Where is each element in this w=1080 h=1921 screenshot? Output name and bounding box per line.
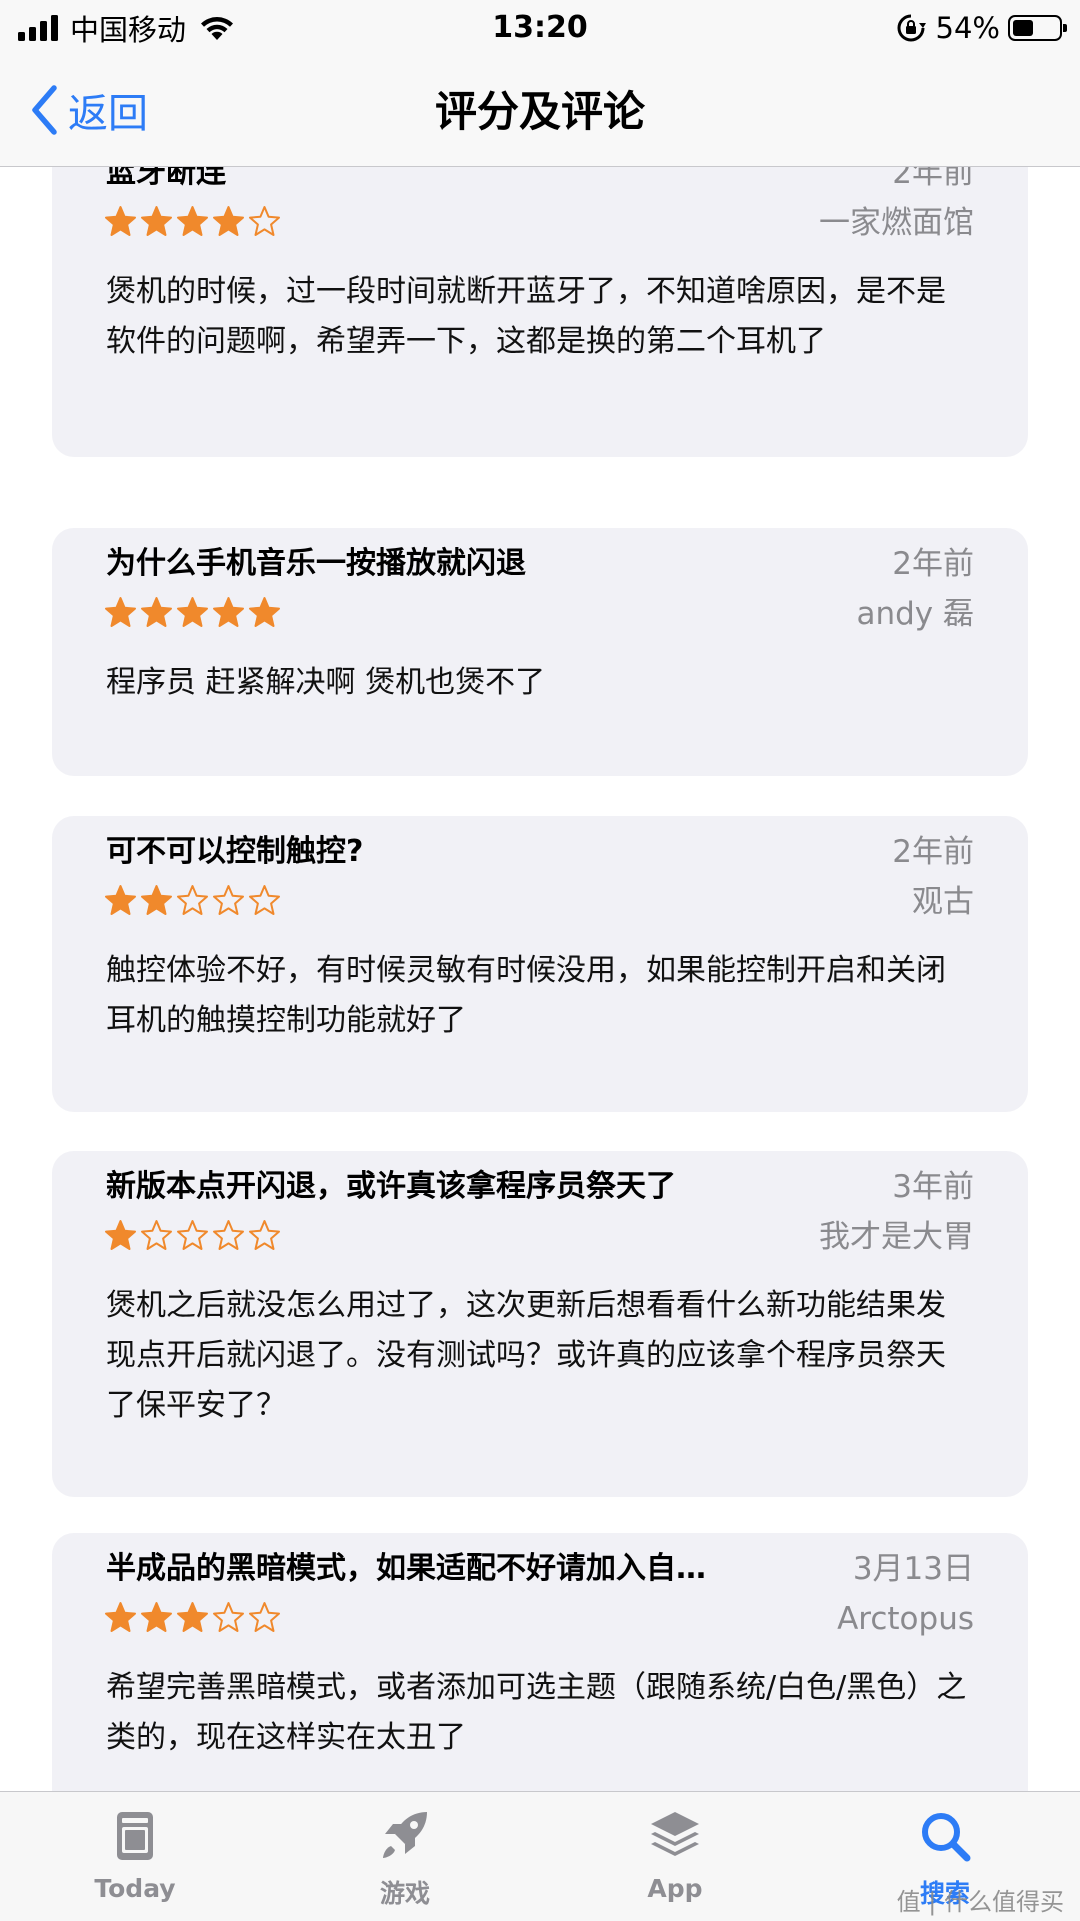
star-filled-icon [177,597,208,627]
review-title: 半成品的黑暗模式，如果适配不好请加入自… [106,1551,706,1586]
review-title: 新版本点开闪退，或许真该拿程序员祭天了 [106,1169,676,1204]
navigation-bar: 返回 评分及评论 [0,56,1080,167]
star-filled-icon [213,597,244,627]
star-filled-icon [213,206,244,236]
status-bar: 中国移动 13:20 54% [0,0,1080,56]
review-body: 程序员 赶紧解决啊 煲机也煲不了 [106,665,546,700]
star-empty-icon [177,885,208,915]
app-stack-icon [651,1812,699,1856]
tab-label: 游戏 [379,1879,430,1908]
battery-percent: 54% [935,11,1000,45]
star-empty-icon [177,1220,208,1250]
star-rating [104,1219,284,1252]
review-card[interactable]: 蓝牙断连 2年前 一家燃面馆 煲机的时候，过一段时间就断开蓝牙了，不知道啥原因，… [52,167,1028,457]
review-body: 触控体验不好，有时候灵敏有时候没用，如果能控制开启和关闭耳机的触摸控制功能就好了 [106,953,946,1038]
tab-bar: Today 游戏 App 搜索 值 | 什么值得买 [0,1791,1080,1921]
review-date: 3月13日 [852,1551,974,1587]
review-author: 我才是大胃 [819,1219,974,1255]
battery-icon [1008,15,1067,41]
reviews-list[interactable]: 蓝牙断连 2年前 一家燃面馆 煲机的时候，过一段时间就断开蓝牙了，不知道啥原因，… [0,167,1080,1791]
star-filled-icon [249,597,280,627]
star-rating [104,1601,284,1634]
tab-today[interactable]: Today [35,1792,235,1921]
tab-apps[interactable]: App [575,1792,775,1921]
star-filled-icon [141,1602,172,1632]
star-filled-icon [105,597,136,627]
star-rating [104,205,284,238]
star-filled-icon [141,885,172,915]
battery-fill [1013,20,1033,36]
rocket-icon [383,1812,427,1858]
star-rating [104,596,284,629]
star-empty-icon [249,885,280,915]
star-rating [104,884,284,917]
star-filled-icon [105,885,136,915]
star-filled-icon [177,206,208,236]
star-filled-icon [177,1602,208,1632]
review-date: 2年前 [892,167,974,191]
review-card[interactable]: 半成品的黑暗模式，如果适配不好请加入自… 3月13日 Arctopus 希望完善… [52,1533,1028,1791]
search-icon [922,1813,971,1862]
star-empty-icon [213,1220,244,1250]
review-card[interactable]: 为什么手机音乐一按播放就闪退 2年前 andy 磊 程序员 赶紧解决啊 煲机也煲… [52,528,1028,776]
review-title: 蓝牙断连 [106,167,226,190]
star-empty-icon [249,1220,280,1250]
tab-games[interactable]: 游戏 [305,1792,505,1921]
review-body: 煲机的时候，过一段时间就断开蓝牙了，不知道啥原因，是不是软件的问题啊，希望弄一下… [106,274,946,359]
review-card[interactable]: 新版本点开闪退，或许真该拿程序员祭天了 3年前 我才是大胃 煲机之后就没怎么用过… [52,1151,1028,1497]
review-author: 观古 [912,884,974,920]
tab-label: App [647,1874,703,1903]
review-body: 希望完善黑暗模式，或者添加可选主题（跟随系统/白色/黑色）之类的，现在这样实在太… [106,1670,967,1755]
star-empty-icon [213,1602,244,1632]
star-filled-icon [105,1220,136,1250]
star-filled-icon [105,1602,136,1632]
review-title: 可不可以控制触控? [106,834,364,869]
review-date: 3年前 [892,1169,974,1205]
review-author: 一家燃面馆 [819,205,974,241]
star-filled-icon [141,206,172,236]
star-empty-icon [249,206,280,236]
review-card[interactable]: 可不可以控制触控? 2年前 观古 触控体验不好，有时候灵敏有时候没用，如果能控制… [52,816,1028,1112]
review-body: 煲机之后就没怎么用过了，这次更新后想看看什么新功能结果发现点开后就闪退了。没有测… [106,1288,946,1423]
review-author: andy 磊 [856,596,974,632]
star-empty-icon [249,1602,280,1632]
star-filled-icon [141,597,172,627]
star-filled-icon [105,206,136,236]
tab-label: Today [94,1874,176,1903]
star-empty-icon [213,885,244,915]
star-empty-icon [141,1220,172,1250]
status-right: 54% [896,8,1067,48]
review-date: 2年前 [892,546,974,582]
review-date: 2年前 [892,834,974,870]
page-title: 评分及评论 [434,87,645,136]
review-author: Arctopus [837,1601,974,1637]
today-icon [117,1812,153,1860]
watermark: 值 | 什么值得买 [896,1888,1064,1916]
rotation-lock-icon [897,14,926,42]
review-title: 为什么手机音乐一按播放就闪退 [106,546,526,581]
